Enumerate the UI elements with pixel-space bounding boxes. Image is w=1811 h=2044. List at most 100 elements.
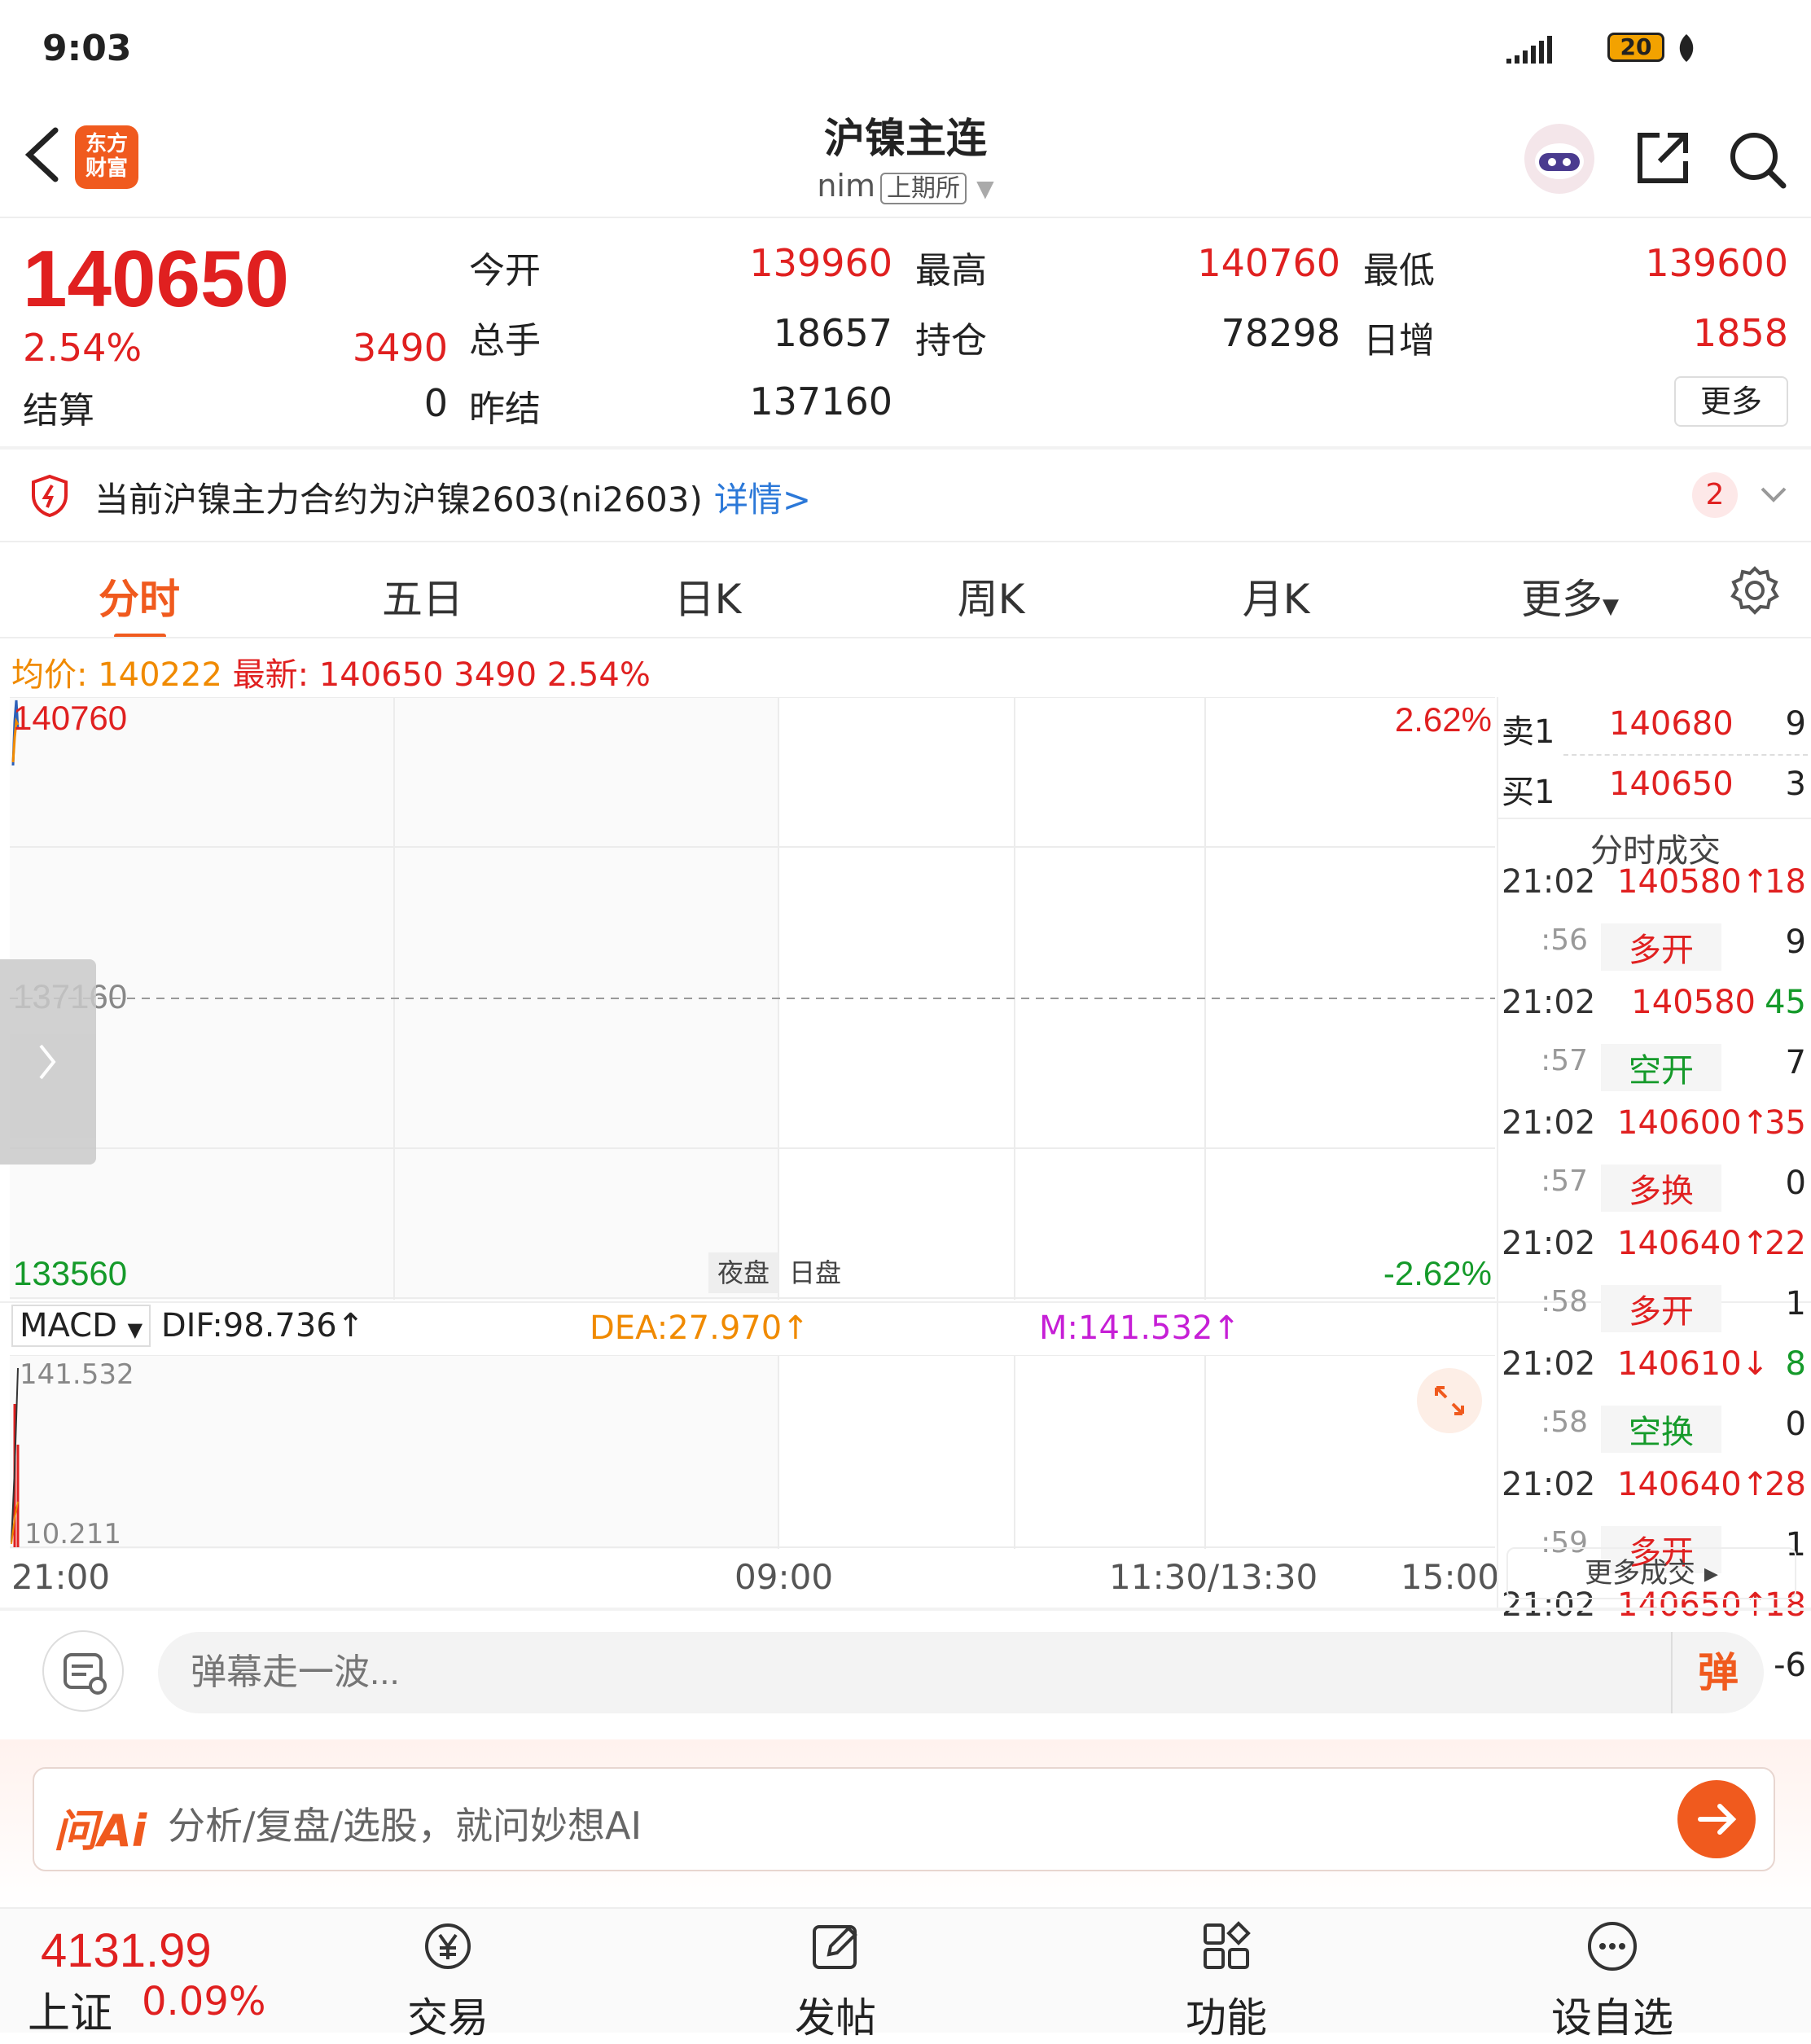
pct-change: 2.54% <box>23 326 143 370</box>
trade-oi-change: 7 <box>1785 1044 1806 1081</box>
tab-intraday[interactable]: 分时 <box>78 567 200 625</box>
latest-change: 3490 <box>454 656 537 694</box>
trade-price: 140580↑ <box>1617 863 1769 901</box>
trade-row: 21:02 140600↑ 35 <box>1498 1104 1811 1153</box>
danmu-send-button[interactable]: 弹 <box>1671 1632 1764 1713</box>
expand-icon[interactable] <box>1417 1368 1482 1433</box>
bid-price: 140650 <box>1609 765 1734 803</box>
trade-oi-change: -6 <box>1774 1647 1806 1684</box>
chart-top-price: 140760 <box>13 699 128 737</box>
side-panel-toggle[interactable] <box>0 959 96 1165</box>
trade-price: 140580 <box>1631 984 1756 1021</box>
trade-seconds: :57 <box>1541 1165 1588 1198</box>
trade-detail-row: :58 空换 0 <box>1498 1406 1811 1454</box>
yuan-icon <box>420 1919 476 1974</box>
chart-bottom-price: 133560 <box>13 1254 128 1292</box>
tab-more-label: 更多 <box>1521 576 1603 623</box>
tabs-divider <box>0 637 1811 638</box>
danmu-input[interactable] <box>158 1632 1764 1713</box>
trade-oi-change: 0 <box>1785 1165 1806 1202</box>
trade-kind: 多开 <box>1601 1285 1721 1332</box>
caret-down-icon: ▼ <box>1603 594 1619 619</box>
search-icon[interactable] <box>1725 127 1790 192</box>
index-name[interactable]: 上证 <box>28 1979 112 2040</box>
trade-price: 140640↑ <box>1617 1466 1769 1503</box>
time-axis-close: 15:00 <box>1401 1557 1500 1597</box>
notice-detail-link[interactable]: 详情> <box>714 480 811 520</box>
nav-add-watchlist-label: 设自选 <box>1551 1994 1673 2042</box>
trade-row: 21:02 140580↑ 18 <box>1498 863 1811 912</box>
last-price: 140650 <box>23 234 290 323</box>
trade-volume: 18 <box>1765 863 1806 901</box>
nav-trade[interactable]: 交易 <box>366 1919 529 2044</box>
time-axis-noon: 11:30/13:30 <box>1109 1557 1318 1597</box>
notice-count-badge: 2 <box>1692 472 1738 518</box>
trade-time: 21:02 <box>1502 1466 1596 1503</box>
chevron-down-icon[interactable] <box>1751 472 1796 518</box>
tab-more[interactable]: 更多▼ <box>1497 567 1643 625</box>
bid-volume: 3 <box>1785 765 1806 803</box>
more-quote-button[interactable]: 更多 <box>1674 376 1788 427</box>
avg-value: 140222 <box>98 656 222 694</box>
trade-row: 21:02 140610↓ 8 <box>1498 1345 1811 1394</box>
nav-trade-label: 交易 <box>407 1994 489 2042</box>
trade-volume: 35 <box>1765 1104 1806 1142</box>
ask-price: 140680 <box>1609 705 1734 743</box>
trade-volume: 8 <box>1785 1345 1806 1383</box>
nav-functions[interactable]: 功能 <box>1145 1919 1308 2044</box>
intraday-chart[interactable] <box>10 696 1495 1300</box>
day-session-tag: 日盘 <box>780 1252 850 1293</box>
nav-add-watchlist[interactable]: 设自选 <box>1531 1919 1694 2044</box>
book-divider <box>1563 754 1808 756</box>
grid-icon <box>1199 1919 1254 1974</box>
ask-label: 卖1 <box>1502 713 1555 751</box>
trade-kind: 空开 <box>1601 1044 1721 1091</box>
comment-list-icon[interactable] <box>42 1630 124 1712</box>
macd-dif: DIF:98.736↑ <box>160 1307 365 1344</box>
trade-detail-row: :57 空开 7 <box>1498 1044 1811 1093</box>
macd-name: MACD <box>20 1307 117 1344</box>
trade-price: 140610↓ <box>1617 1345 1769 1383</box>
prev-settle-value: 137160 <box>749 379 892 423</box>
contract-code: nim <box>817 168 876 204</box>
more-dots-icon <box>1585 1919 1640 1974</box>
gear-icon[interactable] <box>1730 565 1780 616</box>
low-value: 139600 <box>1645 241 1788 285</box>
trade-detail-row: :57 多换 0 <box>1498 1165 1811 1213</box>
volume-value: 18657 <box>773 311 892 355</box>
macd-selector[interactable]: MACD ▼ <box>11 1305 151 1347</box>
signal-icon <box>1505 36 1557 68</box>
latest-label: 最新: <box>232 656 309 694</box>
ai-placeholder[interactable]: 分析/复盘/选股，就问妙想AI <box>168 1796 642 1850</box>
more-trades-button[interactable]: 更多成交 ▸ <box>1506 1547 1796 1599</box>
robot-assistant-icon[interactable] <box>1524 124 1594 194</box>
trade-price: 140640↑ <box>1617 1225 1769 1262</box>
trade-seconds: :57 <box>1541 1044 1588 1077</box>
arrow-right-icon[interactable] <box>1677 1780 1756 1858</box>
chart-bottom-pct: -2.62% <box>1383 1254 1492 1292</box>
low-label: 最低 <box>1363 250 1435 292</box>
index-value[interactable]: 4131.99 <box>41 1923 212 1978</box>
open-interest-label: 持仓 <box>915 320 987 362</box>
tab-daily-k[interactable]: 日K <box>647 567 769 625</box>
tab-weekly-k[interactable]: 周K <box>930 567 1052 625</box>
macd-dea: DEA:27.970↑ <box>590 1309 809 1347</box>
trade-volume: 28 <box>1765 1466 1806 1503</box>
trade-volume: 45 <box>1765 984 1806 1021</box>
bid-1-row: 买1 140650 3 <box>1498 765 1811 814</box>
trade-oi-change: 0 <box>1785 1406 1806 1443</box>
share-icon[interactable] <box>1632 127 1694 189</box>
index-pct[interactable]: 0.09% <box>142 1979 265 2024</box>
time-axis-night-end: 09:00 <box>734 1557 834 1597</box>
oi-change-value: 1858 <box>1692 311 1788 355</box>
macd-m: M:141.532↑ <box>1039 1309 1240 1347</box>
nav-post[interactable]: 发帖 <box>754 1919 917 2044</box>
tab-monthly-k[interactable]: 月K <box>1215 567 1337 625</box>
abs-change: 3490 <box>352 326 448 370</box>
notice-banner[interactable]: 当前沪镍主力合约为沪镍2603(ni2603) 详情> <box>94 472 811 522</box>
dropdown-icon: ▼ <box>976 175 994 202</box>
bid-label: 买1 <box>1502 774 1555 811</box>
trade-time: 21:02 <box>1502 984 1596 1021</box>
trade-kind: 空换 <box>1601 1406 1721 1453</box>
tab-five-day[interactable]: 五日 <box>362 567 484 625</box>
